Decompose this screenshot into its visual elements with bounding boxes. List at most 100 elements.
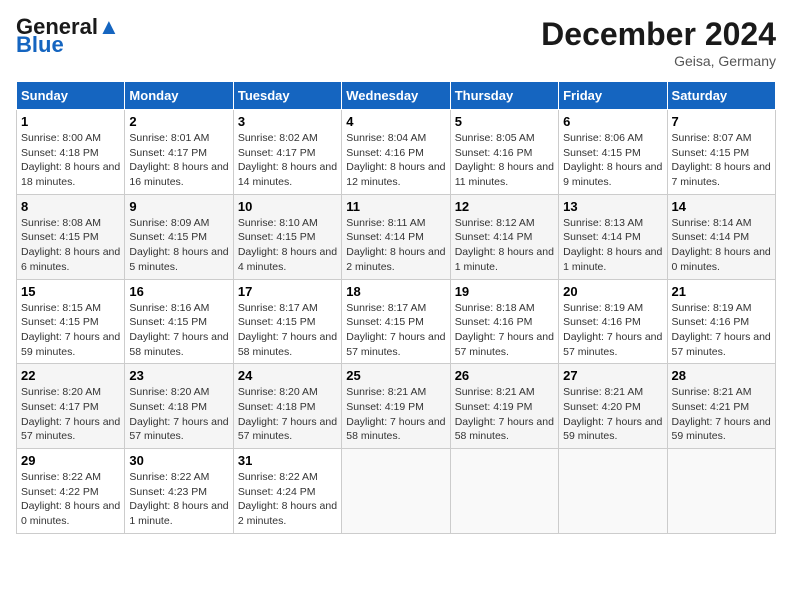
day-info: Sunrise: 8:21 AMSunset: 4:19 PMDaylight:… bbox=[455, 385, 554, 444]
calendar-cell: 31 Sunrise: 8:22 AMSunset: 4:24 PMDaylig… bbox=[233, 449, 341, 534]
calendar-cell: 27 Sunrise: 8:21 AMSunset: 4:20 PMDaylig… bbox=[559, 364, 667, 449]
calendar-cell: 17 Sunrise: 8:17 AMSunset: 4:15 PMDaylig… bbox=[233, 279, 341, 364]
header-monday: Monday bbox=[125, 82, 233, 110]
day-number: 17 bbox=[238, 284, 337, 299]
day-info: Sunrise: 8:15 AMSunset: 4:15 PMDaylight:… bbox=[21, 301, 120, 360]
calendar-cell: 19 Sunrise: 8:18 AMSunset: 4:16 PMDaylig… bbox=[450, 279, 558, 364]
day-number: 18 bbox=[346, 284, 445, 299]
calendar-cell: 9 Sunrise: 8:09 AMSunset: 4:15 PMDayligh… bbox=[125, 194, 233, 279]
day-info: Sunrise: 8:19 AMSunset: 4:16 PMDaylight:… bbox=[563, 301, 662, 360]
month-title: December 2024 bbox=[541, 16, 776, 53]
day-number: 6 bbox=[563, 114, 662, 129]
calendar-cell: 2 Sunrise: 8:01 AMSunset: 4:17 PMDayligh… bbox=[125, 110, 233, 195]
day-info: Sunrise: 8:22 AMSunset: 4:22 PMDaylight:… bbox=[21, 470, 120, 529]
day-info: Sunrise: 8:13 AMSunset: 4:14 PMDaylight:… bbox=[563, 216, 662, 275]
header-saturday: Saturday bbox=[667, 82, 775, 110]
calendar-cell: 7 Sunrise: 8:07 AMSunset: 4:15 PMDayligh… bbox=[667, 110, 775, 195]
calendar-cell bbox=[667, 449, 775, 534]
day-info: Sunrise: 8:07 AMSunset: 4:15 PMDaylight:… bbox=[672, 131, 771, 190]
calendar-week-row: 1 Sunrise: 8:00 AMSunset: 4:18 PMDayligh… bbox=[17, 110, 776, 195]
day-info: Sunrise: 8:21 AMSunset: 4:20 PMDaylight:… bbox=[563, 385, 662, 444]
calendar-week-row: 29 Sunrise: 8:22 AMSunset: 4:22 PMDaylig… bbox=[17, 449, 776, 534]
day-info: Sunrise: 8:14 AMSunset: 4:14 PMDaylight:… bbox=[672, 216, 771, 275]
day-number: 1 bbox=[21, 114, 120, 129]
day-number: 19 bbox=[455, 284, 554, 299]
header-thursday: Thursday bbox=[450, 82, 558, 110]
day-number: 9 bbox=[129, 199, 228, 214]
calendar-cell bbox=[342, 449, 450, 534]
calendar-cell: 24 Sunrise: 8:20 AMSunset: 4:18 PMDaylig… bbox=[233, 364, 341, 449]
calendar-cell: 11 Sunrise: 8:11 AMSunset: 4:14 PMDaylig… bbox=[342, 194, 450, 279]
day-info: Sunrise: 8:09 AMSunset: 4:15 PMDaylight:… bbox=[129, 216, 228, 275]
header-friday: Friday bbox=[559, 82, 667, 110]
day-info: Sunrise: 8:11 AMSunset: 4:14 PMDaylight:… bbox=[346, 216, 445, 275]
day-number: 12 bbox=[455, 199, 554, 214]
day-number: 8 bbox=[21, 199, 120, 214]
header-tuesday: Tuesday bbox=[233, 82, 341, 110]
day-number: 15 bbox=[21, 284, 120, 299]
calendar-cell: 21 Sunrise: 8:19 AMSunset: 4:16 PMDaylig… bbox=[667, 279, 775, 364]
calendar-week-row: 15 Sunrise: 8:15 AMSunset: 4:15 PMDaylig… bbox=[17, 279, 776, 364]
day-info: Sunrise: 8:17 AMSunset: 4:15 PMDaylight:… bbox=[346, 301, 445, 360]
calendar-cell: 12 Sunrise: 8:12 AMSunset: 4:14 PMDaylig… bbox=[450, 194, 558, 279]
calendar-week-row: 22 Sunrise: 8:20 AMSunset: 4:17 PMDaylig… bbox=[17, 364, 776, 449]
calendar-cell: 28 Sunrise: 8:21 AMSunset: 4:21 PMDaylig… bbox=[667, 364, 775, 449]
day-info: Sunrise: 8:01 AMSunset: 4:17 PMDaylight:… bbox=[129, 131, 228, 190]
calendar-cell: 16 Sunrise: 8:16 AMSunset: 4:15 PMDaylig… bbox=[125, 279, 233, 364]
calendar-cell: 6 Sunrise: 8:06 AMSunset: 4:15 PMDayligh… bbox=[559, 110, 667, 195]
day-info: Sunrise: 8:17 AMSunset: 4:15 PMDaylight:… bbox=[238, 301, 337, 360]
day-info: Sunrise: 8:02 AMSunset: 4:17 PMDaylight:… bbox=[238, 131, 337, 190]
calendar-header-row: Sunday Monday Tuesday Wednesday Thursday… bbox=[17, 82, 776, 110]
day-number: 24 bbox=[238, 368, 337, 383]
header-wednesday: Wednesday bbox=[342, 82, 450, 110]
location: Geisa, Germany bbox=[541, 53, 776, 69]
calendar-cell: 25 Sunrise: 8:21 AMSunset: 4:19 PMDaylig… bbox=[342, 364, 450, 449]
calendar-cell: 26 Sunrise: 8:21 AMSunset: 4:19 PMDaylig… bbox=[450, 364, 558, 449]
calendar-cell: 5 Sunrise: 8:05 AMSunset: 4:16 PMDayligh… bbox=[450, 110, 558, 195]
calendar-table: Sunday Monday Tuesday Wednesday Thursday… bbox=[16, 81, 776, 534]
day-info: Sunrise: 8:20 AMSunset: 4:18 PMDaylight:… bbox=[238, 385, 337, 444]
calendar-cell: 18 Sunrise: 8:17 AMSunset: 4:15 PMDaylig… bbox=[342, 279, 450, 364]
calendar-cell: 15 Sunrise: 8:15 AMSunset: 4:15 PMDaylig… bbox=[17, 279, 125, 364]
calendar-cell bbox=[559, 449, 667, 534]
day-info: Sunrise: 8:20 AMSunset: 4:18 PMDaylight:… bbox=[129, 385, 228, 444]
calendar-cell bbox=[450, 449, 558, 534]
calendar-cell: 8 Sunrise: 8:08 AMSunset: 4:15 PMDayligh… bbox=[17, 194, 125, 279]
day-number: 29 bbox=[21, 453, 120, 468]
calendar-cell: 30 Sunrise: 8:22 AMSunset: 4:23 PMDaylig… bbox=[125, 449, 233, 534]
day-info: Sunrise: 8:05 AMSunset: 4:16 PMDaylight:… bbox=[455, 131, 554, 190]
day-number: 23 bbox=[129, 368, 228, 383]
day-info: Sunrise: 8:21 AMSunset: 4:21 PMDaylight:… bbox=[672, 385, 771, 444]
day-number: 21 bbox=[672, 284, 771, 299]
calendar-cell: 1 Sunrise: 8:00 AMSunset: 4:18 PMDayligh… bbox=[17, 110, 125, 195]
title-block: December 2024 Geisa, Germany bbox=[541, 16, 776, 69]
day-number: 11 bbox=[346, 199, 445, 214]
day-number: 10 bbox=[238, 199, 337, 214]
day-info: Sunrise: 8:22 AMSunset: 4:24 PMDaylight:… bbox=[238, 470, 337, 529]
day-number: 26 bbox=[455, 368, 554, 383]
day-number: 31 bbox=[238, 453, 337, 468]
calendar-cell: 14 Sunrise: 8:14 AMSunset: 4:14 PMDaylig… bbox=[667, 194, 775, 279]
calendar-cell: 20 Sunrise: 8:19 AMSunset: 4:16 PMDaylig… bbox=[559, 279, 667, 364]
day-info: Sunrise: 8:20 AMSunset: 4:17 PMDaylight:… bbox=[21, 385, 120, 444]
day-number: 27 bbox=[563, 368, 662, 383]
calendar-week-row: 8 Sunrise: 8:08 AMSunset: 4:15 PMDayligh… bbox=[17, 194, 776, 279]
day-info: Sunrise: 8:16 AMSunset: 4:15 PMDaylight:… bbox=[129, 301, 228, 360]
day-number: 13 bbox=[563, 199, 662, 214]
day-info: Sunrise: 8:04 AMSunset: 4:16 PMDaylight:… bbox=[346, 131, 445, 190]
day-number: 5 bbox=[455, 114, 554, 129]
logo: General▲ Blue bbox=[16, 16, 120, 57]
day-info: Sunrise: 8:21 AMSunset: 4:19 PMDaylight:… bbox=[346, 385, 445, 444]
calendar-cell: 22 Sunrise: 8:20 AMSunset: 4:17 PMDaylig… bbox=[17, 364, 125, 449]
day-number: 2 bbox=[129, 114, 228, 129]
header-sunday: Sunday bbox=[17, 82, 125, 110]
day-info: Sunrise: 8:00 AMSunset: 4:18 PMDaylight:… bbox=[21, 131, 120, 190]
day-number: 4 bbox=[346, 114, 445, 129]
calendar-cell: 29 Sunrise: 8:22 AMSunset: 4:22 PMDaylig… bbox=[17, 449, 125, 534]
page-header: General▲ Blue December 2024 Geisa, Germa… bbox=[16, 16, 776, 69]
day-info: Sunrise: 8:18 AMSunset: 4:16 PMDaylight:… bbox=[455, 301, 554, 360]
calendar-cell: 10 Sunrise: 8:10 AMSunset: 4:15 PMDaylig… bbox=[233, 194, 341, 279]
day-number: 22 bbox=[21, 368, 120, 383]
day-info: Sunrise: 8:22 AMSunset: 4:23 PMDaylight:… bbox=[129, 470, 228, 529]
calendar-cell: 23 Sunrise: 8:20 AMSunset: 4:18 PMDaylig… bbox=[125, 364, 233, 449]
